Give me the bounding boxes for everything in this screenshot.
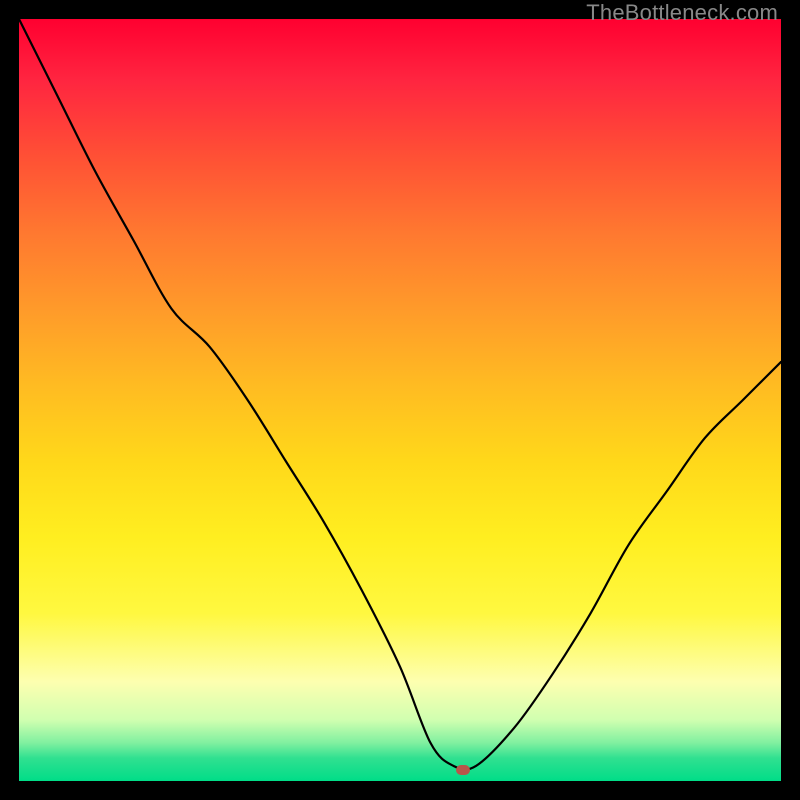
watermark-text: TheBottleneck.com <box>586 0 778 26</box>
plot-area <box>19 19 781 781</box>
optimal-point-marker <box>456 765 470 775</box>
chart-container: TheBottleneck.com <box>0 0 800 800</box>
bottleneck-curve <box>19 19 781 781</box>
